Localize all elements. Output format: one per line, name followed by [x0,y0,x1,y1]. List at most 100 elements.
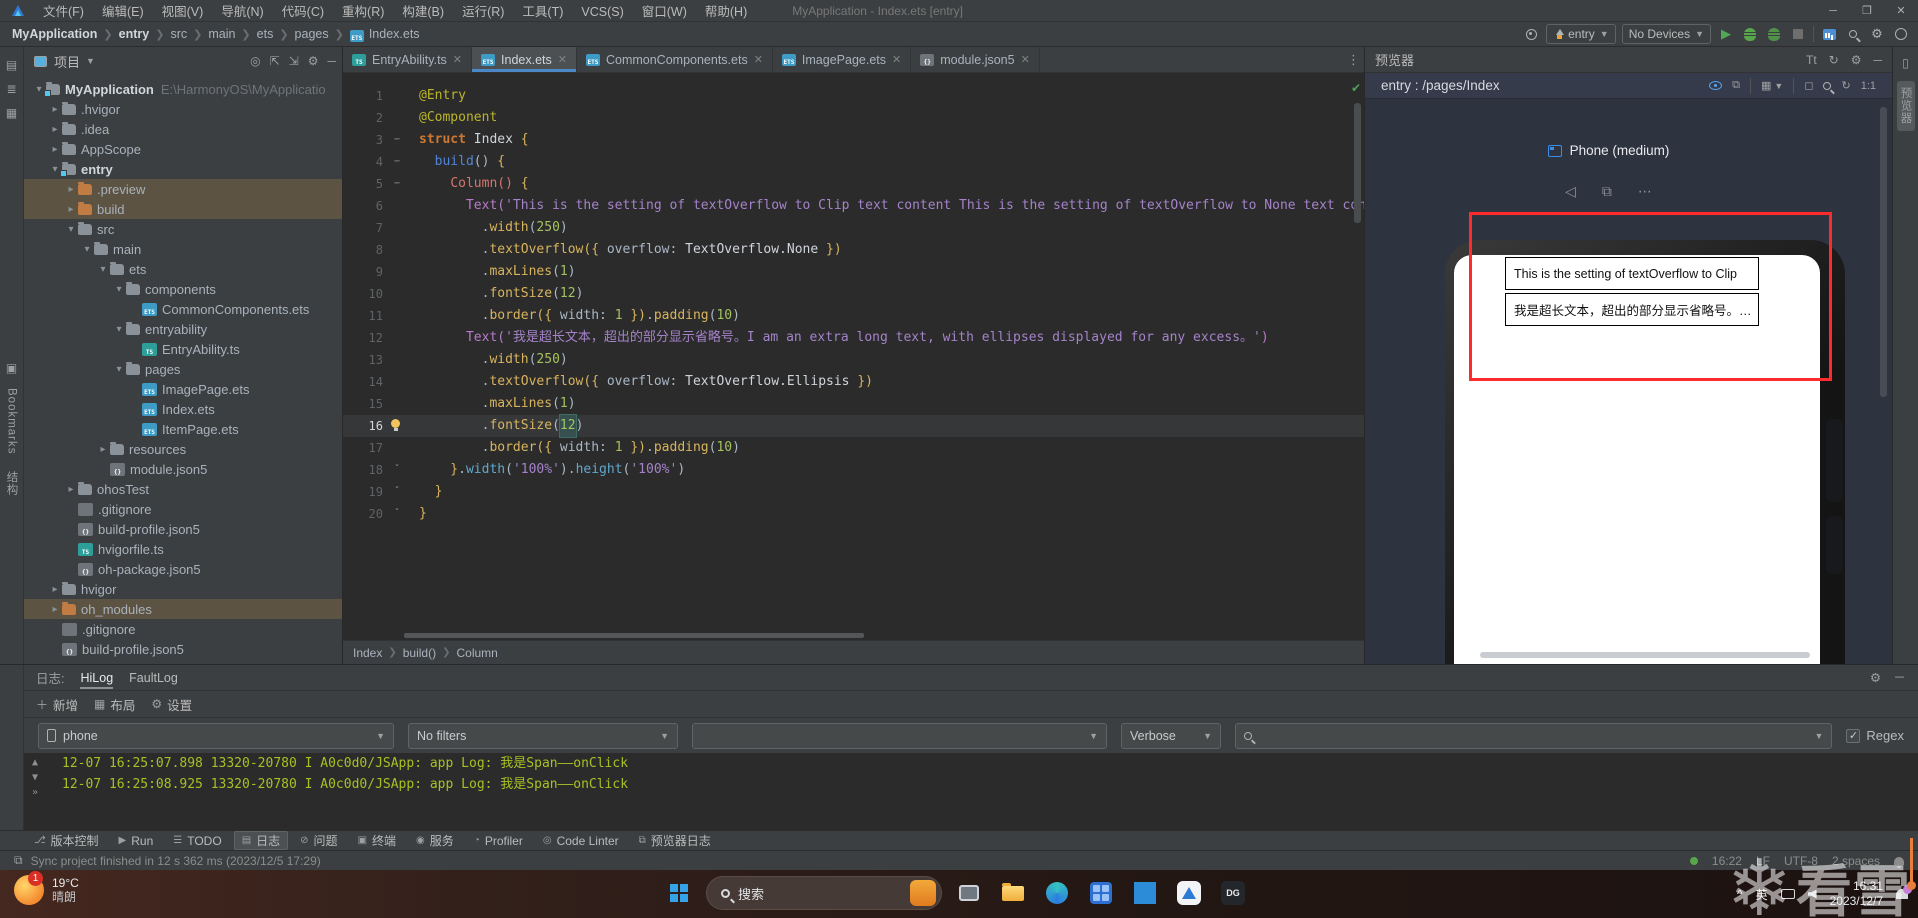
device-dropdown[interactable]: phone ▼ [38,722,394,749]
tree-item-oh-package.json5[interactable]: {} oh-package.json5 [24,559,342,579]
tree-chevron-icon[interactable]: ▸ [64,484,78,495]
tree-chevron-icon[interactable]: ▸ [64,204,78,215]
grid-view-icon[interactable]: ▦ ▼ [1761,79,1783,92]
menu-代码(C)[interactable]: 代码(C) [273,5,333,19]
code-line-5[interactable]: 5− Column() { [343,173,1364,195]
breadcrumb-pages[interactable]: pages [293,27,331,41]
toolwindow-版本控制[interactable]: ⎇ 版本控制 [26,831,107,850]
tree-chevron-icon[interactable]: ▸ [96,444,110,455]
tab-hilog[interactable]: HiLog [80,667,113,689]
bookmark-icon[interactable]: ▣ [4,360,20,376]
tree-item-.preview[interactable]: ▸ .preview [24,179,342,199]
tab-ImagePage.ets[interactable]: ETS ImagePage.ets ✕ [773,47,912,72]
settings-button[interactable]: ⚙ 设置 [151,695,192,714]
code-line-18[interactable]: 18 ˇ }. width('100%'). height('100%') [343,459,1364,481]
editor-breadcrumb-Index[interactable]: Index [353,646,382,660]
file-explorer-button[interactable] [996,876,1030,910]
tree-chevron-icon[interactable]: ▾ [112,284,126,295]
previewer-vertical-scrollbar[interactable] [1880,107,1887,397]
close-tab-icon[interactable]: ✕ [558,53,567,66]
expand-all-icon[interactable]: ⇱ [270,54,280,68]
back-icon[interactable]: ◁ [1565,183,1576,200]
structure-tool-icon[interactable]: ≣ [4,81,20,97]
toolwindow-服务[interactable]: ◉ 服务 [408,831,462,850]
code-line-13[interactable]: 13 . width(250) [343,349,1364,371]
close-tab-icon[interactable]: ✕ [892,53,901,66]
tree-item-entryability[interactable]: ▾ entryability [24,319,342,339]
chevron-down-icon[interactable]: ▼ [86,56,95,66]
tree-chevron-icon[interactable]: ▾ [112,364,126,375]
code-line-14[interactable]: 14 . textOverflow({ overflow: TextOverflo… [343,371,1364,393]
toolwindow-Profiler[interactable]: ◔ Profiler [466,833,531,849]
tree-item-resources[interactable]: ▸ resources [24,439,342,459]
fold-marker-icon[interactable]: ˇ [389,481,405,503]
tiles-app-button[interactable] [1084,876,1118,910]
close-button[interactable]: ✕ [1884,0,1918,22]
debug-button[interactable] [1741,25,1759,43]
tree-item-.idea[interactable]: ▸ .idea [24,119,342,139]
code-line-11[interactable]: 11 . border({ width: 1 }). padding(10) [343,305,1364,327]
code-line-4[interactable]: 4− build() { [343,151,1364,173]
notifications-bell-icon[interactable] [1894,856,1904,868]
pages-icon[interactable]: ⧉ [1602,183,1612,200]
tree-item-src[interactable]: ▾ src [24,219,342,239]
log-search-input[interactable]: ▼ [1235,722,1833,749]
close-tab-icon[interactable]: ✕ [754,53,763,66]
filter-dropdown[interactable]: No filters ▼ [408,722,678,749]
project-view-selector[interactable]: 项目 [54,52,80,71]
structure-vertical-label[interactable]: 结构 [4,471,20,496]
code-line-20[interactable]: 20 ˇ} [343,503,1364,525]
menu-VCS(S)[interactable]: VCS(S) [572,5,632,19]
attach-debugger-button[interactable] [1765,25,1783,43]
bookmarks-vertical-label[interactable]: Bookmarks [6,388,18,455]
device-tool-icon[interactable]: ▯ [1898,55,1914,71]
panel-settings-gear-icon[interactable]: ⚙ [308,54,319,68]
vscode-button[interactable] [1128,876,1162,910]
tree-item-ImagePage.ets[interactable]: ETS ImagePage.ets [24,379,342,399]
tree-item-AppScope[interactable]: ▸ AppScope [24,139,342,159]
code-line-1[interactable]: 1 @Entry [343,85,1364,107]
settings-gear-icon[interactable]: ⚙ [1868,25,1886,43]
layers-icon[interactable]: ⧉ [1732,79,1740,92]
hide-panel-icon[interactable]: ─ [1873,53,1882,67]
tab-EntryAbility.ts[interactable]: TS EntryAbility.ts ✕ [343,47,473,72]
editor-breadcrumb-Column[interactable]: Column [457,646,498,660]
tree-chevron-icon[interactable]: ▾ [96,264,110,275]
menu-编辑(E)[interactable]: 编辑(E) [93,5,153,19]
task-view-button[interactable] [952,876,986,910]
inspect-eye-icon[interactable] [1709,81,1723,90]
close-tab-icon[interactable]: ✕ [1021,53,1030,66]
code-line-7[interactable]: 7 . width(250) [343,217,1364,239]
code-line-15[interactable]: 15 . maxLines(1) [343,393,1364,415]
breadcrumb-MyApplication[interactable]: MyApplication [10,27,99,41]
menu-导航(N)[interactable]: 导航(N) [212,5,272,19]
menu-构建(B)[interactable]: 构建(B) [393,5,453,19]
profile-avatar-icon[interactable] [1892,25,1910,43]
toolwindow-预览器日志[interactable]: ⧉ 预览器日志 [631,831,719,850]
taskbar-search[interactable]: 搜索 [706,876,942,910]
speaker-icon[interactable] [1807,889,1817,899]
menu-帮助(H)[interactable]: 帮助(H) [696,5,756,19]
rotate-icon[interactable]: ↻ [1841,79,1850,92]
refresh-icon[interactable]: ↻ [1829,53,1839,67]
tree-item-.gitignore[interactable]: .gitignore [24,499,342,519]
tree-item-build[interactable]: ▸ build [24,199,342,219]
run-config-selector[interactable]: entry ▼ [1546,24,1616,44]
device-manager-icon[interactable] [1522,25,1540,43]
editor-vertical-scrollbar[interactable] [1354,103,1361,223]
tab-CommonComponents.ets[interactable]: ETS CommonComponents.ets ✕ [577,47,773,72]
tree-chevron-icon[interactable]: ▸ [48,144,62,155]
indent-indicator[interactable]: 2 spaces [1832,854,1880,868]
weather-widget[interactable]: 1 19°C 晴朗 [14,871,79,905]
code-line-16[interactable]: 16 . fontSize(12) [343,414,1364,438]
tree-item-EntryAbility.ts[interactable]: TS EntryAbility.ts [24,339,342,359]
tree-item-entry[interactable]: ▾ entry [24,159,342,179]
font-size-icon[interactable]: Tt [1806,53,1817,67]
tree-chevron-icon[interactable]: ▾ [80,244,94,255]
locate-file-icon[interactable]: ◎ [250,54,260,68]
tree-item-.hvigor[interactable]: ▸ .hvigor [24,99,342,119]
layout-button[interactable]: ▦ 布局 [94,695,135,714]
device-selector[interactable]: No Devices ▼ [1621,24,1711,44]
tree-item-ohosTest[interactable]: ▸ ohosTest [24,479,342,499]
fit-frame-icon[interactable]: ◻ [1804,79,1813,92]
